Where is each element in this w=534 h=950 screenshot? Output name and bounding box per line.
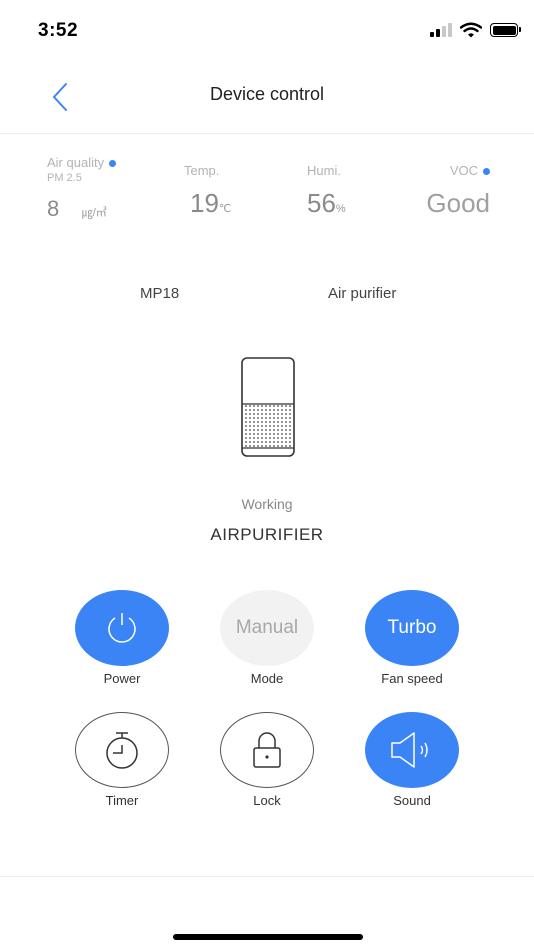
- mode-label: Mode: [250, 671, 284, 686]
- lock-button[interactable]: [220, 712, 314, 788]
- sound-button[interactable]: [365, 712, 459, 788]
- lock-control: Lock: [220, 712, 314, 808]
- fan-speed-control: Turbo Fan speed: [365, 590, 459, 686]
- device-mode: AIRPURIFIER: [210, 525, 324, 544]
- fan-speed-button[interactable]: Turbo: [365, 590, 459, 666]
- sensor-label: Temp.: [184, 163, 220, 178]
- nav-bar: Device control: [0, 60, 534, 134]
- speaker-icon: [391, 732, 428, 768]
- wifi-icon: [460, 22, 482, 38]
- sensor-unit: ℃: [218, 203, 232, 215]
- status-dot-icon: [483, 168, 490, 176]
- sensor-value: 19: [190, 188, 219, 218]
- page-title: Device control: [209, 84, 325, 104]
- device-type: Air purifier: [328, 285, 397, 302]
- power-icon: [108, 613, 136, 643]
- mode-button[interactable]: Manual: [220, 590, 314, 666]
- fan-speed-label: Fan speed: [381, 671, 443, 686]
- sensor-label: Air quality: [47, 155, 105, 170]
- status-bar: 3:52: [0, 0, 534, 60]
- sensor-label: Humi.: [307, 163, 341, 178]
- lock-icon: [253, 732, 281, 768]
- sensor-humi: Humi. 56%: [307, 163, 346, 219]
- timer-label: Timer: [105, 793, 139, 808]
- sensor-value: 56: [307, 188, 336, 218]
- power-control: Power: [75, 590, 169, 686]
- mode-control: Manual Mode: [220, 590, 314, 686]
- lock-label: Lock: [253, 793, 281, 808]
- sensor-sublabel: PM 2.5: [47, 172, 82, 184]
- timer-icon: [106, 732, 138, 769]
- status-dot-icon: [109, 160, 117, 168]
- cellular-signal-icon: [430, 23, 452, 37]
- mode-value: Manual: [235, 617, 299, 638]
- sensor-value: 8: [47, 196, 60, 221]
- status-icons: [430, 22, 521, 38]
- device-model: MP18: [140, 285, 180, 302]
- sensor-panel: Air quality PM 2.5 8 ㎍/㎥ Temp. 19℃ Humi.…: [0, 150, 534, 240]
- power-button[interactable]: [75, 590, 169, 666]
- timer-control: Timer: [75, 712, 169, 808]
- device-state: Working: [241, 496, 293, 512]
- fan-speed-value: Turbo: [387, 617, 437, 638]
- sensor-temp: Temp. 19℃: [184, 163, 231, 219]
- sensor-voc: VOC Good: [415, 163, 490, 219]
- sound-control: Sound: [365, 712, 459, 808]
- sensor-unit: ㎍/㎥: [81, 207, 107, 219]
- home-indicator[interactable]: [173, 934, 363, 940]
- sensor-label: VOC: [449, 163, 478, 178]
- power-label: Power: [103, 671, 141, 686]
- sound-label: Sound: [393, 793, 431, 808]
- air-purifier-icon: [241, 357, 295, 457]
- sensor-unit: %: [335, 203, 346, 215]
- sensor-value: Good: [426, 188, 490, 218]
- battery-icon: [490, 23, 521, 37]
- footer-divider: [0, 876, 534, 877]
- timer-button[interactable]: [75, 712, 169, 788]
- status-time: 3:52: [38, 20, 79, 41]
- sensor-air-quality: Air quality PM 2.5 8 ㎍/㎥: [47, 155, 117, 222]
